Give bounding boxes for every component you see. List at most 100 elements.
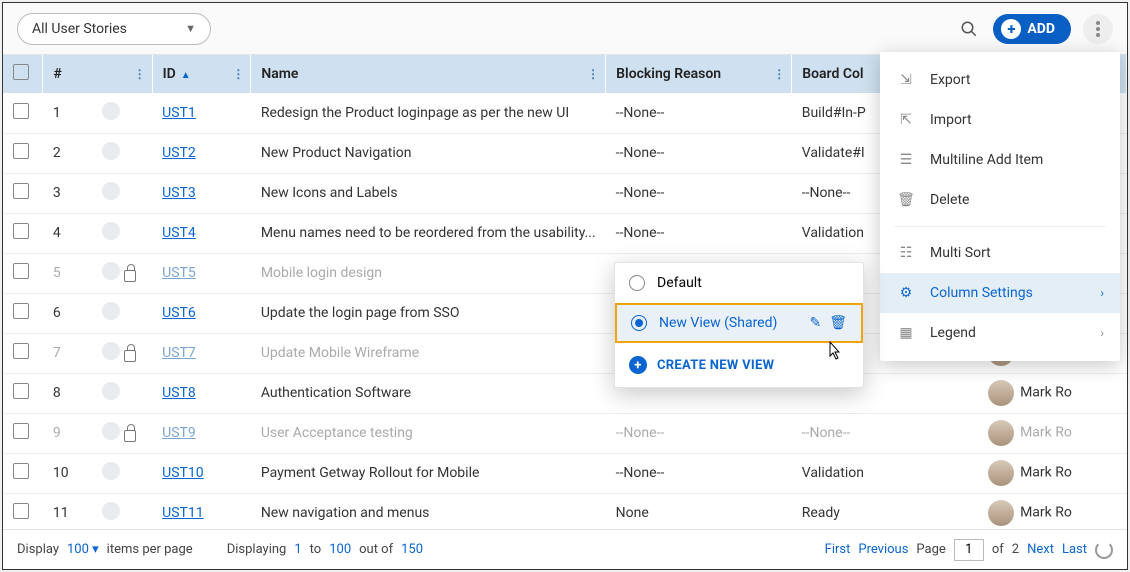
story-id-link[interactable]: UST8: [162, 385, 196, 401]
row-number: 5: [43, 253, 93, 293]
type-icon: [102, 502, 120, 520]
cursor-icon: [824, 340, 844, 362]
assignee: Mark Ro: [978, 453, 1126, 493]
table-row[interactable]: 10UST10Payment Getway Rollout for Mobile…: [3, 453, 1127, 493]
board-column: --None--: [792, 413, 978, 453]
delete-icon[interactable]: 🗑: [829, 315, 847, 331]
chevron-right-icon: ›: [1100, 286, 1104, 300]
col-name[interactable]: Name⋮: [251, 55, 606, 93]
story-id-link[interactable]: UST3: [162, 185, 196, 201]
row-number: 11: [43, 493, 93, 529]
blocking-reason: --None--: [606, 93, 792, 133]
blocking-reason: --None--: [606, 413, 792, 453]
story-id-link[interactable]: UST7: [162, 345, 196, 361]
menu-legend[interactable]: ▦Legend›: [880, 313, 1120, 353]
blocking-reason: --None--: [606, 173, 792, 213]
row-checkbox[interactable]: [13, 303, 29, 319]
story-id-link[interactable]: UST11: [162, 505, 203, 521]
story-name: Payment Getway Rollout for Mobile: [251, 453, 606, 493]
story-id-link[interactable]: UST6: [162, 305, 196, 321]
lock-icon: [124, 430, 136, 442]
row-checkbox[interactable]: [13, 343, 29, 359]
table-row[interactable]: 11UST11New navigation and menusNoneReady…: [3, 493, 1127, 529]
row-checkbox[interactable]: [13, 223, 29, 239]
story-id-link[interactable]: UST1: [162, 105, 196, 121]
story-name: Authentication Software: [251, 373, 606, 413]
row-checkbox[interactable]: [13, 383, 29, 399]
select-all-checkbox[interactable]: [13, 64, 29, 80]
add-button[interactable]: + ADD: [993, 14, 1071, 44]
menu-multi-sort[interactable]: ☷Multi Sort: [880, 233, 1120, 273]
blocking-reason: None: [606, 493, 792, 529]
col-blocking[interactable]: Blocking Reason⋮: [606, 55, 792, 93]
prev-page[interactable]: Previous: [858, 542, 908, 557]
story-name: New Product Navigation: [251, 133, 606, 173]
row-checkbox[interactable]: [13, 423, 29, 439]
type-icon: [102, 302, 120, 320]
story-id-link[interactable]: UST4: [162, 225, 196, 241]
view-default[interactable]: Default: [615, 263, 863, 303]
search-icon[interactable]: [957, 17, 981, 41]
radio-icon: [629, 275, 645, 291]
story-id-link[interactable]: UST5: [162, 265, 196, 281]
row-number: 2: [43, 133, 93, 173]
menu-export[interactable]: ⇲Export: [880, 60, 1120, 100]
assignee: Mark Ro: [978, 373, 1126, 413]
menu-import[interactable]: ⇱Import: [880, 100, 1120, 140]
lock-icon: [124, 270, 136, 282]
avatar-icon: [988, 420, 1014, 446]
avatar-icon: [988, 380, 1014, 406]
story-id-link[interactable]: UST2: [162, 145, 196, 161]
story-id-link[interactable]: UST9: [162, 425, 196, 441]
pagination-bar: Display 100 ▾ items per page Displaying …: [3, 529, 1127, 569]
story-name: New Icons and Labels: [251, 173, 606, 213]
row-number: 4: [43, 213, 93, 253]
multi-add-icon: ☰: [896, 150, 916, 170]
chevron-down-icon: ▼: [185, 22, 196, 35]
table-row[interactable]: 9 UST9User Acceptance testing--None----N…: [3, 413, 1127, 453]
filter-dropdown[interactable]: All User Stories ▼: [17, 13, 211, 45]
menu-delete[interactable]: 🗑Delete: [880, 180, 1120, 220]
type-icon: [102, 342, 120, 360]
avatar-icon: [988, 500, 1014, 526]
row-number: 8: [43, 373, 93, 413]
type-icon: [102, 102, 120, 120]
top-bar: All User Stories ▼ + ADD: [3, 3, 1127, 55]
view-new-view[interactable]: New View (Shared) ✎ 🗑: [615, 303, 863, 343]
blocking-reason: --None--: [606, 133, 792, 173]
page-input[interactable]: [954, 539, 984, 561]
radio-selected-icon: [631, 315, 647, 331]
row-checkbox[interactable]: [13, 263, 29, 279]
gear-icon: ⚙: [896, 283, 916, 303]
story-name: Menu names need to be reordered from the…: [251, 213, 606, 253]
plus-icon: +: [629, 356, 647, 374]
next-page[interactable]: Next: [1027, 542, 1054, 557]
type-icon: [102, 462, 120, 480]
edit-icon[interactable]: ✎: [809, 315, 821, 331]
menu-column-settings[interactable]: ⚙Column Settings›: [880, 273, 1120, 313]
row-checkbox[interactable]: [13, 503, 29, 519]
col-id[interactable]: ID⋮: [152, 55, 251, 93]
legend-icon: ▦: [896, 323, 916, 343]
filter-label: All User Stories: [32, 21, 127, 37]
row-checkbox[interactable]: [13, 183, 29, 199]
refresh-icon[interactable]: [1095, 541, 1113, 559]
col-number[interactable]: #⋮: [43, 55, 152, 93]
last-page[interactable]: Last: [1062, 542, 1087, 557]
row-checkbox[interactable]: [13, 463, 29, 479]
row-checkbox[interactable]: [13, 143, 29, 159]
story-id-link[interactable]: UST10: [162, 465, 203, 481]
story-name: Mobile login design: [251, 253, 606, 293]
menu-multiline-add[interactable]: ☰Multiline Add Item: [880, 140, 1120, 180]
type-icon: [102, 222, 120, 240]
add-label: ADD: [1027, 21, 1055, 37]
per-page-select[interactable]: 100 ▾: [67, 542, 99, 557]
table-row[interactable]: 8 UST8 Authentication Software Mark Ro: [3, 373, 1127, 413]
more-menu-button[interactable]: [1083, 14, 1113, 44]
chevron-right-icon: ›: [1100, 326, 1104, 340]
board-column: Validation: [792, 453, 978, 493]
avatar-icon: [988, 460, 1014, 486]
row-number: 3: [43, 173, 93, 213]
row-checkbox[interactable]: [13, 103, 29, 119]
first-page[interactable]: First: [825, 542, 851, 557]
